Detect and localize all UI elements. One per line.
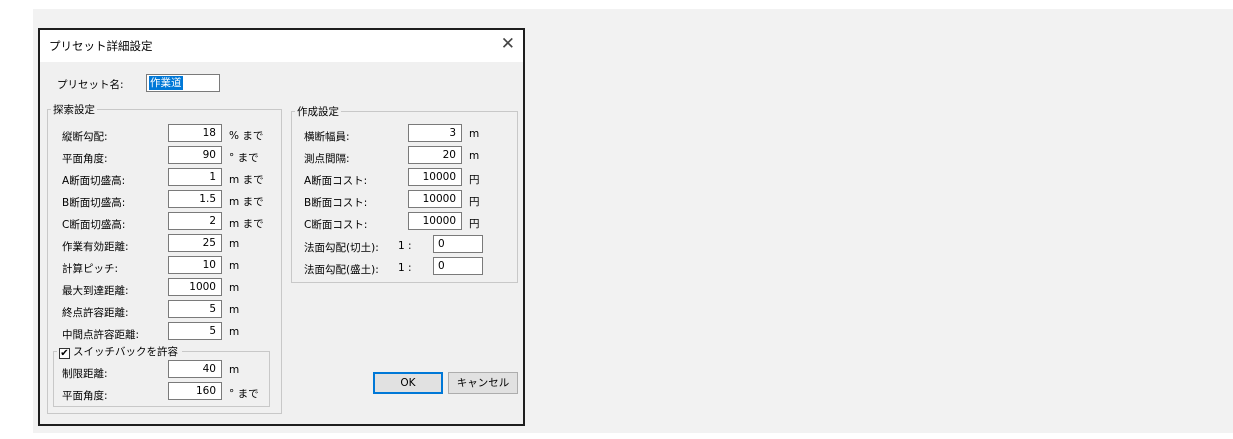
- slope-ratio-prefix: 1 :: [398, 262, 412, 274]
- search-row-label: 終点許容距離:: [62, 307, 129, 319]
- create-row-unit: m: [469, 150, 480, 162]
- search-row-input[interactable]: 1: [168, 168, 222, 186]
- search-row-input[interactable]: 1.5: [168, 190, 222, 208]
- search-row-input[interactable]: 10: [168, 256, 222, 274]
- create-row-label: C断面コスト:: [304, 219, 368, 231]
- switchback-row-input[interactable]: 160: [168, 382, 222, 400]
- switchback-legend: ✔ スイッチバックを許容: [57, 344, 182, 359]
- create-row-label: B断面コスト:: [304, 197, 368, 209]
- slope-row-label: 法面勾配(盛土):: [304, 264, 379, 276]
- create-row-input[interactable]: 10000: [408, 168, 462, 186]
- create-row-label: 横断幅員:: [304, 131, 350, 143]
- search-row-label: 作業有効距離:: [62, 241, 129, 253]
- search-row-unit: m: [229, 238, 240, 250]
- ok-button[interactable]: OK: [373, 372, 443, 394]
- search-row-unit: m: [229, 282, 240, 294]
- search-row-label: C断面切盛高:: [62, 219, 126, 231]
- preset-name-label: プリセット名:: [57, 79, 124, 91]
- create-row-unit: 円: [469, 174, 480, 186]
- search-row-unit: ° まで: [229, 152, 259, 164]
- search-row-label: 最大到達距離:: [62, 285, 129, 297]
- slope-ratio-input[interactable]: 0: [433, 235, 483, 253]
- create-row-label: 測点間隔:: [304, 153, 350, 165]
- title-bar: プリセット詳細設定 ✕: [40, 30, 523, 62]
- preset-detail-dialog: プリセット詳細設定 ✕ プリセット名: 作業道 探索設定 縦断勾配: 18 % …: [38, 28, 525, 426]
- search-row-label: 中間点許容距離:: [62, 329, 140, 341]
- create-row-unit: 円: [469, 218, 480, 230]
- search-row-label: B断面切盛高:: [62, 197, 126, 209]
- close-icon[interactable]: ✕: [501, 34, 515, 54]
- create-row-input[interactable]: 10000: [408, 190, 462, 208]
- create-row-label: A断面コスト:: [304, 175, 368, 187]
- search-row-unit: m: [229, 260, 240, 272]
- search-row-label: 縦断勾配:: [62, 131, 108, 143]
- create-row-input[interactable]: 3: [408, 124, 462, 142]
- search-row-input[interactable]: 18: [168, 124, 222, 142]
- search-row-input[interactable]: 5: [168, 322, 222, 340]
- search-row-unit: m まで: [229, 218, 264, 230]
- search-row-input[interactable]: 2: [168, 212, 222, 230]
- cancel-button[interactable]: キャンセル: [448, 372, 518, 394]
- switchback-row-input[interactable]: 40: [168, 360, 222, 378]
- search-row-label: 平面角度:: [62, 153, 108, 165]
- search-row-unit: m まで: [229, 174, 264, 186]
- create-row-input[interactable]: 20: [408, 146, 462, 164]
- search-settings-legend: 探索設定: [51, 102, 97, 117]
- preset-name-value: 作業道: [149, 76, 183, 90]
- search-row-unit: m: [229, 304, 240, 316]
- switchback-checkbox[interactable]: ✔: [59, 348, 70, 359]
- search-row-label: A断面切盛高:: [62, 175, 126, 187]
- create-settings-legend: 作成設定: [295, 104, 341, 119]
- switchback-checkbox-label: スイッチバックを許容: [73, 346, 178, 358]
- search-row-unit: m: [229, 326, 240, 338]
- search-row-input[interactable]: 5: [168, 300, 222, 318]
- search-row-unit: % まで: [229, 130, 264, 142]
- search-row-input[interactable]: 90: [168, 146, 222, 164]
- search-row-input[interactable]: 25: [168, 234, 222, 252]
- switchback-row-unit: ° まで: [229, 388, 259, 400]
- slope-ratio-input[interactable]: 0: [433, 257, 483, 275]
- switchback-row-label: 平面角度:: [62, 390, 108, 402]
- slope-row-label: 法面勾配(切土):: [304, 242, 379, 254]
- search-row-unit: m まで: [229, 196, 264, 208]
- switchback-row-unit: m: [229, 364, 240, 376]
- slope-ratio-prefix: 1 :: [398, 240, 412, 252]
- switchback-row-label: 制限距離:: [62, 368, 108, 380]
- create-row-input[interactable]: 10000: [408, 212, 462, 230]
- create-row-unit: 円: [469, 196, 480, 208]
- create-row-unit: m: [469, 128, 480, 140]
- search-row-input[interactable]: 1000: [168, 278, 222, 296]
- preset-name-input[interactable]: 作業道: [146, 74, 220, 92]
- search-row-label: 計算ピッチ:: [62, 263, 119, 275]
- dialog-title: プリセット詳細設定: [49, 39, 153, 53]
